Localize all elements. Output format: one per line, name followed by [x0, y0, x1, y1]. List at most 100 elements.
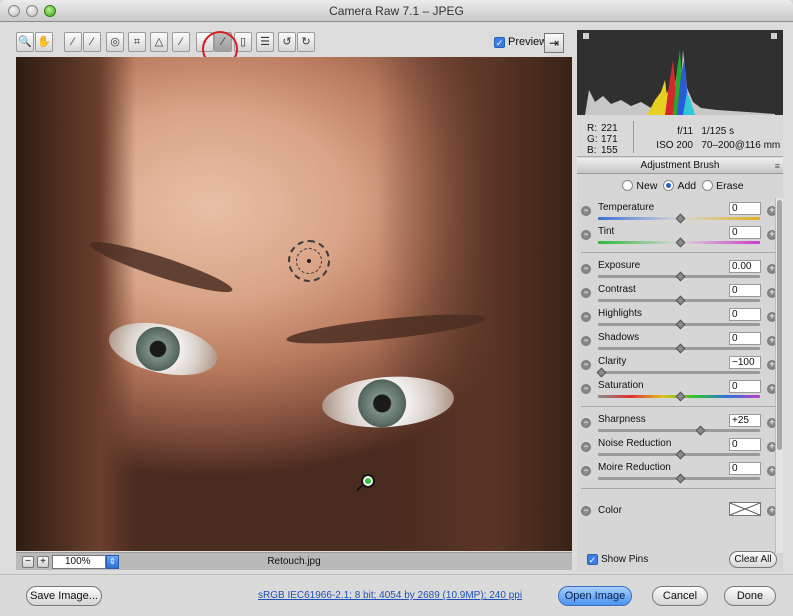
slider-value-field[interactable]: 0	[729, 308, 761, 321]
cancel-button[interactable]: Cancel	[652, 586, 708, 606]
image-preview-canvas[interactable]	[16, 57, 572, 551]
highlight-clip-icon[interactable]	[771, 33, 777, 39]
slider-thumb[interactable]	[675, 213, 686, 224]
decrease-icon[interactable]: −	[581, 336, 591, 346]
slider-value-field[interactable]: +25	[729, 414, 761, 427]
white-balance-icon[interactable]: ⁄	[64, 32, 82, 52]
preferences-icon[interactable]: ☰	[256, 32, 274, 52]
slider-label: Shadows	[598, 332, 640, 343]
adjustment-pin-icon[interactable]	[361, 474, 375, 488]
slider-row-shadows: − Shadows 0 +	[577, 332, 777, 356]
slider-value-field[interactable]: 0	[729, 438, 761, 451]
slider-value-field[interactable]: 0	[729, 462, 761, 475]
readout-separator	[633, 121, 634, 153]
decrease-icon[interactable]: −	[581, 466, 591, 476]
group-divider	[581, 488, 775, 489]
decrease-icon[interactable]: −	[581, 360, 591, 370]
slider-thumb[interactable]	[596, 367, 607, 378]
slider-thumb[interactable]	[695, 425, 706, 436]
slider-label: Highlights	[598, 308, 642, 319]
spot-removal-icon[interactable]: ⁄	[172, 32, 190, 52]
slider-row-exposure: − Exposure 0.00 +	[577, 260, 777, 284]
slider-value-field[interactable]: 0	[729, 226, 761, 239]
slider-value-field[interactable]: 0	[729, 284, 761, 297]
slider-thumb[interactable]	[675, 343, 686, 354]
decrease-icon[interactable]: −	[581, 442, 591, 452]
slider-thumb[interactable]	[675, 391, 686, 402]
r-label: R:	[587, 123, 597, 134]
radio-icon	[622, 180, 634, 191]
color-sampler-icon[interactable]: ⁄	[83, 32, 101, 52]
clear-all-button[interactable]: Clear All	[729, 551, 777, 568]
slider-value-field[interactable]: 0	[729, 332, 761, 345]
mode-radio-erase[interactable]: Erase	[696, 180, 744, 192]
lens-value: 70–200@116 mm	[701, 140, 781, 151]
minimize-window-icon[interactable]	[26, 5, 38, 17]
shadow-clip-icon[interactable]	[583, 33, 589, 39]
zoom-icon[interactable]: 🔍	[16, 32, 34, 52]
panel-scroll-thumb[interactable]	[777, 200, 782, 450]
panel-scrollbar[interactable]	[775, 198, 783, 553]
decrease-icon[interactable]: −	[581, 288, 591, 298]
mode-radio-add[interactable]: Add	[657, 180, 696, 192]
bottom-bar: Save Image... sRGB IEC61966-2.1; 8 bit; …	[0, 574, 793, 616]
mode-label: New	[636, 180, 658, 192]
slider-row-clarity: − Clarity −100 +	[577, 356, 777, 380]
slider-thumb[interactable]	[675, 237, 686, 248]
done-button[interactable]: Done	[724, 586, 776, 606]
slider-value-field[interactable]: −100	[729, 356, 761, 369]
slider-row-color: − Color +	[577, 502, 777, 526]
slider-thumb[interactable]	[675, 319, 686, 330]
image-status-bar: Retouch.jpg − + 100% ⇕	[16, 552, 572, 570]
preview-label: Preview	[508, 36, 548, 48]
pin-stem	[356, 484, 363, 492]
slider-thumb[interactable]	[675, 295, 686, 306]
rotate-left-icon[interactable]: ↺	[278, 32, 296, 52]
open-image-button[interactable]: Open Image	[558, 586, 632, 606]
zoom-dropdown-arrow-icon[interactable]: ⇕	[106, 555, 119, 569]
targeted-adjustment-icon[interactable]: ◎	[106, 32, 124, 52]
decrease-icon[interactable]: −	[581, 384, 591, 394]
mode-radio-new[interactable]: New	[616, 180, 657, 192]
workflow-options-link[interactable]: sRGB IEC61966-2.1; 8 bit; 4054 by 2689 (…	[258, 590, 522, 601]
preview-checkbox[interactable]: ✓ Preview	[494, 36, 547, 48]
g-label: G:	[587, 134, 598, 145]
zoom-window-icon[interactable]	[44, 5, 56, 17]
slider-value-field[interactable]: 0.00	[729, 260, 761, 273]
zoom-out-icon[interactable]: −	[22, 556, 34, 568]
rotate-right-icon[interactable]: ↻	[297, 32, 315, 52]
decrease-icon[interactable]: −	[581, 230, 591, 240]
slider-value-field[interactable]: 0	[729, 380, 761, 393]
decrease-icon[interactable]: −	[581, 312, 591, 322]
panel-menu-icon[interactable]: ≡	[775, 158, 780, 174]
radio-icon	[663, 180, 675, 191]
slider-track[interactable]	[598, 371, 760, 374]
slider-track[interactable]	[598, 429, 760, 432]
decrease-icon[interactable]: −	[581, 264, 591, 274]
fullscreen-toggle-icon[interactable]: ⇥	[544, 33, 564, 53]
slider-thumb[interactable]	[675, 449, 686, 460]
aperture-value: f/11	[677, 126, 693, 137]
close-window-icon[interactable]	[8, 5, 20, 17]
checkmark-icon: ✓	[494, 37, 505, 48]
checkmark-icon: ✓	[587, 554, 598, 565]
show-pins-checkbox[interactable]: ✓ Show Pins	[587, 554, 648, 565]
slider-thumb[interactable]	[675, 271, 686, 282]
window-title: Camera Raw 7.1 – JPEG	[329, 4, 464, 18]
crop-icon[interactable]: ⌗	[128, 32, 146, 52]
hair-region	[16, 57, 136, 551]
slider-thumb[interactable]	[675, 473, 686, 484]
decrease-icon[interactable]: −	[581, 206, 591, 216]
decrease-icon[interactable]: −	[581, 506, 591, 516]
decrease-icon[interactable]: −	[581, 418, 591, 428]
color-swatch[interactable]	[729, 502, 761, 516]
zoom-in-icon[interactable]: +	[37, 556, 49, 568]
brush-cursor-center	[307, 259, 311, 263]
panel-footer: ✓ Show Pins Clear All	[577, 551, 783, 571]
zoom-level-select[interactable]: 100%	[52, 555, 106, 569]
straighten-icon[interactable]: △	[150, 32, 168, 52]
brush-mode-radios: New Add Erase	[577, 180, 783, 192]
hand-icon[interactable]: ✋	[35, 32, 53, 52]
slider-value-field[interactable]: 0	[729, 202, 761, 215]
save-image-button[interactable]: Save Image...	[26, 586, 102, 606]
